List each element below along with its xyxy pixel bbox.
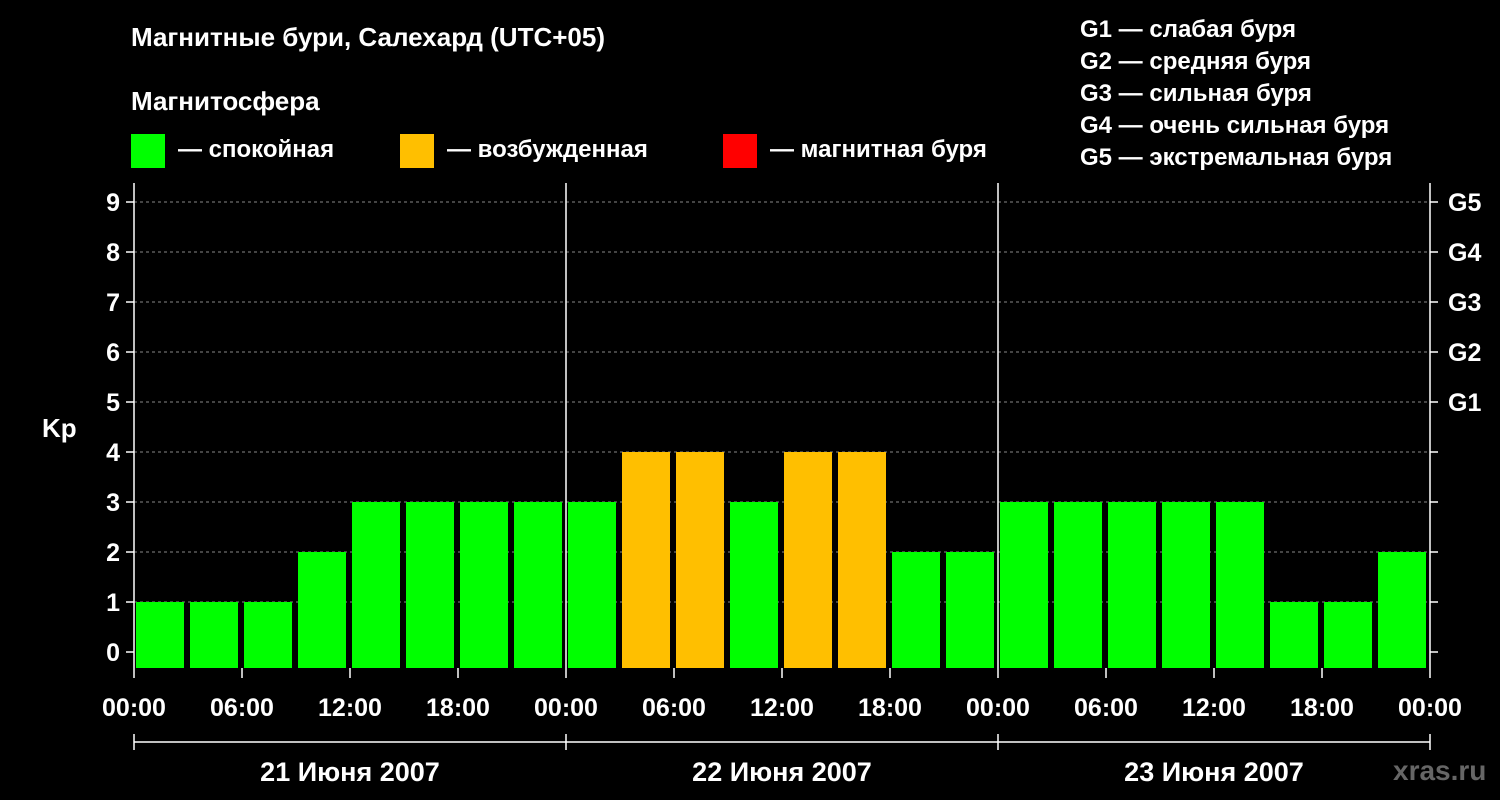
bar: [622, 452, 670, 668]
bar: [352, 502, 400, 668]
x-tick-label: 06:00: [210, 694, 274, 722]
bar: [406, 502, 454, 668]
g-level-label: G4: [1448, 239, 1481, 267]
x-tick-label: 06:00: [1074, 694, 1138, 722]
bar: [946, 552, 994, 668]
y-tick-label: 5: [106, 389, 120, 417]
bar: [730, 502, 778, 668]
y-tick-label: 8: [106, 239, 120, 267]
x-tick-label: 06:00: [642, 694, 706, 722]
y-tick-label: 6: [106, 339, 120, 367]
x-tick-label: 12:00: [318, 694, 382, 722]
bar: [460, 502, 508, 668]
bar: [244, 602, 292, 668]
day-label: 23 Июня 2007: [1124, 757, 1304, 787]
bar: [892, 552, 940, 668]
y-tick-label: 3: [106, 489, 120, 517]
y-tick-label: 2: [106, 539, 120, 567]
bar: [1270, 602, 1318, 668]
y-tick-label: 7: [106, 289, 120, 317]
g-level-label: G5: [1448, 189, 1481, 217]
bar: [1216, 502, 1264, 668]
x-tick-label: 12:00: [750, 694, 814, 722]
day-label: 22 Июня 2007: [692, 757, 872, 787]
bar: [1162, 502, 1210, 668]
bar: [1054, 502, 1102, 668]
x-tick-label: 00:00: [534, 694, 598, 722]
y-tick-label: 0: [106, 639, 120, 667]
bar: [298, 552, 346, 668]
y-tick-label: 4: [106, 439, 120, 467]
g-level-label: G3: [1448, 289, 1481, 317]
bar: [676, 452, 724, 668]
x-tick-label: 18:00: [1290, 694, 1354, 722]
y-tick-label: 9: [106, 189, 120, 217]
bar: [1108, 502, 1156, 668]
y-axis-label: Kp: [42, 413, 77, 443]
bar: [838, 452, 886, 668]
bar: [190, 602, 238, 668]
g-level-label: G2: [1448, 339, 1481, 367]
bar: [568, 502, 616, 668]
x-tick-label: 00:00: [102, 694, 166, 722]
x-tick-label: 18:00: [858, 694, 922, 722]
bar: [1324, 602, 1372, 668]
x-tick-label: 18:00: [426, 694, 490, 722]
bar: [136, 602, 184, 668]
bar: [784, 452, 832, 668]
x-tick-label: 12:00: [1182, 694, 1246, 722]
x-tick-label: 00:00: [966, 694, 1030, 722]
kp-bar-chart: 0 1 2 3 4 5 6 7 8 9 G1 G2 G3 G4 G5 Kp 00:00 06:00 12:00 18:…: [42, 183, 1481, 787]
day-label: 21 Июня 2007: [260, 757, 440, 787]
watermark: xras.ru: [1393, 755, 1487, 786]
g-level-label: G1: [1448, 389, 1481, 417]
bar: [1378, 552, 1426, 668]
y-tick-label: 1: [106, 589, 120, 617]
bar: [1000, 502, 1048, 668]
x-tick-label: 00:00: [1398, 694, 1462, 722]
bar: [514, 502, 562, 668]
